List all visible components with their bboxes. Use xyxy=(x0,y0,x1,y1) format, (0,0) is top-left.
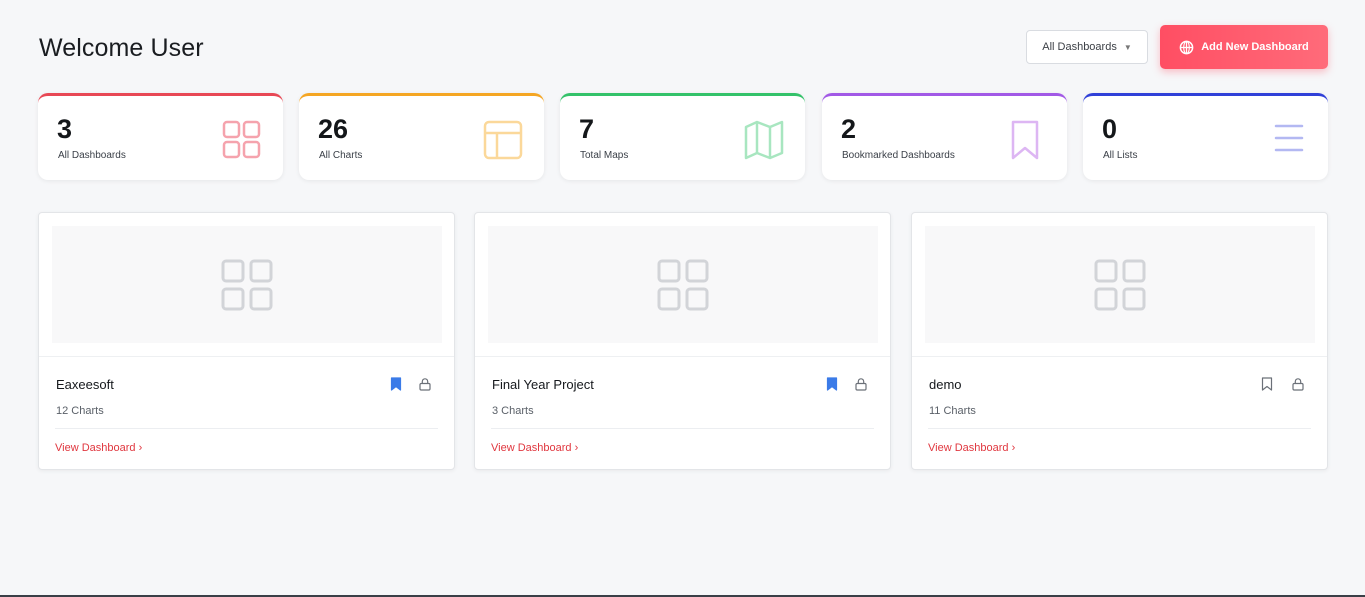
grid-icon xyxy=(221,259,273,310)
lock-icon[interactable] xyxy=(1291,377,1305,391)
stat-value: 2 xyxy=(841,114,857,144)
add-button-label: Add New Dashboard xyxy=(1201,41,1309,53)
page-header: Welcome User All Dashboards ▼ Add New Da… xyxy=(38,24,1328,70)
stat-label: Bookmarked Dashboards xyxy=(842,150,955,161)
dashboard-title: Final Year Project xyxy=(492,377,594,392)
lock-icon[interactable] xyxy=(854,377,868,391)
stats-row: 3 All Dashboards 26 All Charts 7 Total M… xyxy=(38,93,1328,180)
card-divider xyxy=(912,356,1327,357)
bookmark-icon[interactable] xyxy=(1260,377,1274,391)
add-new-dashboard-button[interactable]: Add New Dashboard xyxy=(1160,25,1328,69)
view-dashboard-link[interactable]: View Dashboard › xyxy=(55,442,142,454)
page-title: Welcome User xyxy=(39,34,204,62)
dashboard-grid: Eaxeesoft 12 Charts View Dashboard › Fin… xyxy=(38,212,1328,470)
dashboard-card[interactable]: demo 11 Charts View Dashboard › xyxy=(911,212,1328,470)
stat-card-bookmarked: 2 Bookmarked Dashboards xyxy=(822,93,1067,180)
stat-label: All Charts xyxy=(319,150,363,161)
list-icon xyxy=(1268,118,1312,162)
stat-value: 26 xyxy=(318,114,349,144)
dashboard-filter-select[interactable]: All Dashboards ▼ xyxy=(1026,30,1148,64)
filter-select-label: All Dashboards xyxy=(1042,41,1117,53)
dashboard-title: Eaxeesoft xyxy=(56,377,114,392)
grid-icon xyxy=(657,259,709,310)
chart-count: 11 Charts xyxy=(929,405,976,417)
stat-label: All Lists xyxy=(1103,150,1138,161)
stat-value: 7 xyxy=(579,114,595,144)
grid-icon xyxy=(1094,259,1146,310)
grid-icon xyxy=(220,118,264,162)
globe-icon xyxy=(1179,40,1194,54)
bookmark-icon[interactable] xyxy=(825,377,839,391)
bookmark-icon[interactable] xyxy=(389,377,403,391)
dashboard-title: demo xyxy=(929,377,962,392)
map-icon xyxy=(742,118,786,162)
card-separator xyxy=(491,428,874,429)
card-divider xyxy=(39,356,454,357)
dashboard-thumbnail xyxy=(925,226,1315,343)
stat-label: All Dashboards xyxy=(58,150,126,161)
stat-card-maps: 7 Total Maps xyxy=(560,93,805,180)
stat-value: 3 xyxy=(57,114,73,144)
lock-icon[interactable] xyxy=(418,377,432,391)
card-divider xyxy=(475,356,890,357)
layout-icon xyxy=(481,118,525,162)
view-dashboard-link[interactable]: View Dashboard › xyxy=(491,442,578,454)
dashboard-thumbnail xyxy=(488,226,878,343)
view-dashboard-link[interactable]: View Dashboard › xyxy=(928,442,1015,454)
dashboard-card[interactable]: Eaxeesoft 12 Charts View Dashboard › xyxy=(38,212,455,470)
stat-card-lists: 0 All Lists xyxy=(1083,93,1328,180)
card-separator xyxy=(928,428,1311,429)
chevron-down-icon: ▼ xyxy=(1123,42,1132,52)
stat-label: Total Maps xyxy=(580,150,629,161)
dashboard-card[interactable]: Final Year Project 3 Charts View Dashboa… xyxy=(474,212,891,470)
stat-card-dashboards: 3 All Dashboards xyxy=(38,93,283,180)
bookmark-icon xyxy=(1003,118,1047,162)
dashboard-thumbnail xyxy=(52,226,442,343)
chart-count: 12 Charts xyxy=(56,405,104,417)
stat-card-charts: 26 All Charts xyxy=(299,93,544,180)
stat-value: 0 xyxy=(1102,114,1118,144)
chart-count: 3 Charts xyxy=(492,405,534,417)
card-separator xyxy=(55,428,438,429)
